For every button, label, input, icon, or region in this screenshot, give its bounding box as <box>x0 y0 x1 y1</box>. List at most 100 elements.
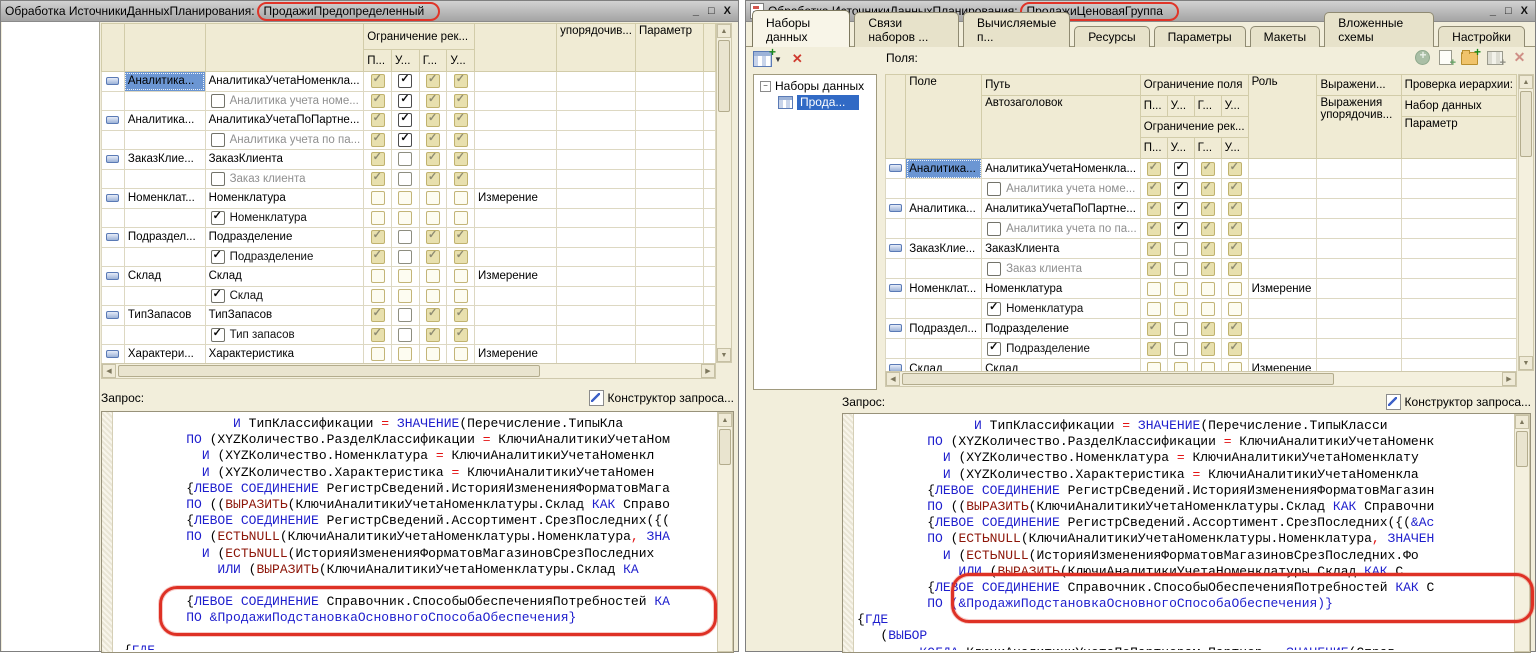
column-header-p[interactable]: П... <box>364 50 392 72</box>
field-name-cell[interactable]: Номенклат... <box>906 279 982 299</box>
expression-cell[interactable] <box>1317 319 1401 339</box>
checkbox[interactable] <box>454 113 468 127</box>
checkbox[interactable] <box>1147 162 1161 176</box>
field-name-cell[interactable]: Номенклат... <box>124 189 205 209</box>
column-header-u1[interactable]: У... <box>1167 138 1194 159</box>
checkbox[interactable] <box>398 230 412 244</box>
role-cell[interactable] <box>1248 159 1317 179</box>
checkbox[interactable] <box>426 347 440 361</box>
query-text-box[interactable]: И ТипКлассификации = ЗНАЧЕНИЕ(Перечислен… <box>842 413 1531 653</box>
delete-dataset-icon[interactable]: ✕ <box>792 51 803 67</box>
table-row[interactable]: Аналитика... АналитикаУчетаНоменкла... <box>102 72 716 92</box>
checkbox[interactable] <box>398 347 412 361</box>
checkbox[interactable] <box>1201 302 1215 316</box>
checkbox[interactable] <box>1174 222 1188 236</box>
checkbox[interactable] <box>398 74 412 88</box>
param-cell[interactable] <box>635 150 703 170</box>
checkbox[interactable] <box>398 211 412 225</box>
role-cell[interactable] <box>475 306 557 326</box>
field-name-cell[interactable]: Подраздел... <box>906 319 982 339</box>
column-header-limit-req[interactable]: Ограничение рек... <box>364 24 475 50</box>
checkbox[interactable] <box>371 172 385 186</box>
column-header-limit-req[interactable]: Ограничение рек... <box>1140 117 1248 138</box>
checkbox[interactable] <box>371 269 385 283</box>
role-cell[interactable] <box>475 150 557 170</box>
checkbox[interactable] <box>371 328 385 342</box>
role-cell[interactable] <box>475 111 557 131</box>
checkbox[interactable] <box>426 328 440 342</box>
field-name-cell[interactable]: Склад <box>124 267 205 287</box>
checkbox[interactable] <box>426 269 440 283</box>
checkbox[interactable] <box>454 347 468 361</box>
checkbox[interactable] <box>1174 262 1188 276</box>
column-header-expr-order[interactable]: Выражения упорядочив... <box>1317 96 1401 159</box>
checkbox[interactable] <box>398 289 412 303</box>
role-cell[interactable] <box>475 228 557 248</box>
close-button[interactable]: X <box>724 5 731 17</box>
checkbox[interactable] <box>454 230 468 244</box>
checkbox[interactable] <box>1147 342 1161 356</box>
table-subrow[interactable]: Подразделение <box>102 247 716 267</box>
query-text[interactable]: И ТипКлассификации = ЗНАЧЕНИЕ(Перечислен… <box>857 418 1512 650</box>
vertical-scrollbar[interactable]: ▲ ▼ <box>1518 74 1534 371</box>
add-dataset-button[interactable]: ▼ <box>753 51 782 67</box>
checkbox[interactable] <box>371 289 385 303</box>
add-field-icon[interactable] <box>1415 50 1430 65</box>
tab-calculated-fields[interactable]: Вычисляемые п... <box>963 12 1070 47</box>
order-cell[interactable] <box>557 72 636 92</box>
checkbox[interactable] <box>1174 302 1188 316</box>
minimize-button[interactable]: _ <box>693 5 699 17</box>
column-header-g[interactable]: Г... <box>419 50 447 72</box>
table-row[interactable]: Склад Склад Измерение <box>102 267 716 287</box>
checkbox[interactable] <box>398 152 412 166</box>
checkbox[interactable] <box>426 250 440 264</box>
checkbox[interactable] <box>1147 242 1161 256</box>
title-checkbox[interactable] <box>211 250 225 264</box>
query-text-box[interactable]: И ТипКлассификации = ЗНАЧЕНИЕ(Перечислен… <box>101 411 734 653</box>
field-name-cell[interactable]: ЗаказКлие... <box>906 239 982 259</box>
param-cell[interactable] <box>635 189 703 209</box>
field-name-cell[interactable]: Подраздел... <box>124 228 205 248</box>
table-row[interactable]: ЗаказКлие... ЗаказКлиента <box>102 150 716 170</box>
checkbox[interactable] <box>426 172 440 186</box>
checkbox[interactable] <box>371 94 385 108</box>
expression-cell[interactable] <box>1317 239 1401 259</box>
checkbox[interactable] <box>1174 182 1188 196</box>
title-checkbox[interactable] <box>211 211 225 225</box>
checkbox[interactable] <box>371 74 385 88</box>
checkbox[interactable] <box>371 211 385 225</box>
title-checkbox[interactable] <box>987 342 1001 356</box>
checkbox[interactable] <box>371 308 385 322</box>
scroll-down-icon[interactable]: ▼ <box>717 348 731 362</box>
role-cell[interactable]: Измерение <box>475 345 557 365</box>
hierarchy-cell[interactable] <box>1401 319 1516 339</box>
checkbox[interactable] <box>1147 182 1161 196</box>
table-subrow[interactable]: Заказ клиента <box>102 169 716 189</box>
table-subrow[interactable]: Аналитика учета по па... <box>102 130 716 150</box>
tab-layouts[interactable]: Макеты <box>1250 26 1321 47</box>
tab-nested-schemas[interactable]: Вложенные схемы <box>1324 12 1434 47</box>
table-row[interactable]: Аналитика... АналитикаУчетаПоПартне... <box>886 199 1517 219</box>
checkbox[interactable] <box>1228 282 1242 296</box>
scroll-down-icon[interactable]: ▼ <box>1519 356 1533 370</box>
checkbox[interactable] <box>454 191 468 205</box>
table-subrow[interactable]: Подразделение <box>886 339 1517 359</box>
checkbox[interactable] <box>1201 162 1215 176</box>
field-name-cell[interactable]: Склад <box>906 359 982 373</box>
column-header-path[interactable]: Путь <box>982 75 1141 96</box>
checkbox[interactable] <box>398 172 412 186</box>
query-vertical-scrollbar[interactable]: ▲ <box>717 412 733 652</box>
checkbox[interactable] <box>426 113 440 127</box>
checkbox[interactable] <box>1201 342 1215 356</box>
scroll-right-icon[interactable]: ▶ <box>701 364 715 378</box>
column-header-param[interactable]: Параметр <box>635 24 703 72</box>
checkbox[interactable] <box>454 133 468 147</box>
scroll-left-icon[interactable]: ◀ <box>102 364 116 378</box>
checkbox[interactable] <box>1201 182 1215 196</box>
table-row[interactable]: ТипЗапасов ТипЗапасов <box>102 306 716 326</box>
title-checkbox[interactable] <box>987 222 1001 236</box>
table-subrow[interactable]: Заказ клиента <box>886 259 1517 279</box>
title-checkbox[interactable] <box>987 182 1001 196</box>
checkbox[interactable] <box>1147 222 1161 236</box>
column-header-g[interactable]: Г... <box>1194 138 1221 159</box>
